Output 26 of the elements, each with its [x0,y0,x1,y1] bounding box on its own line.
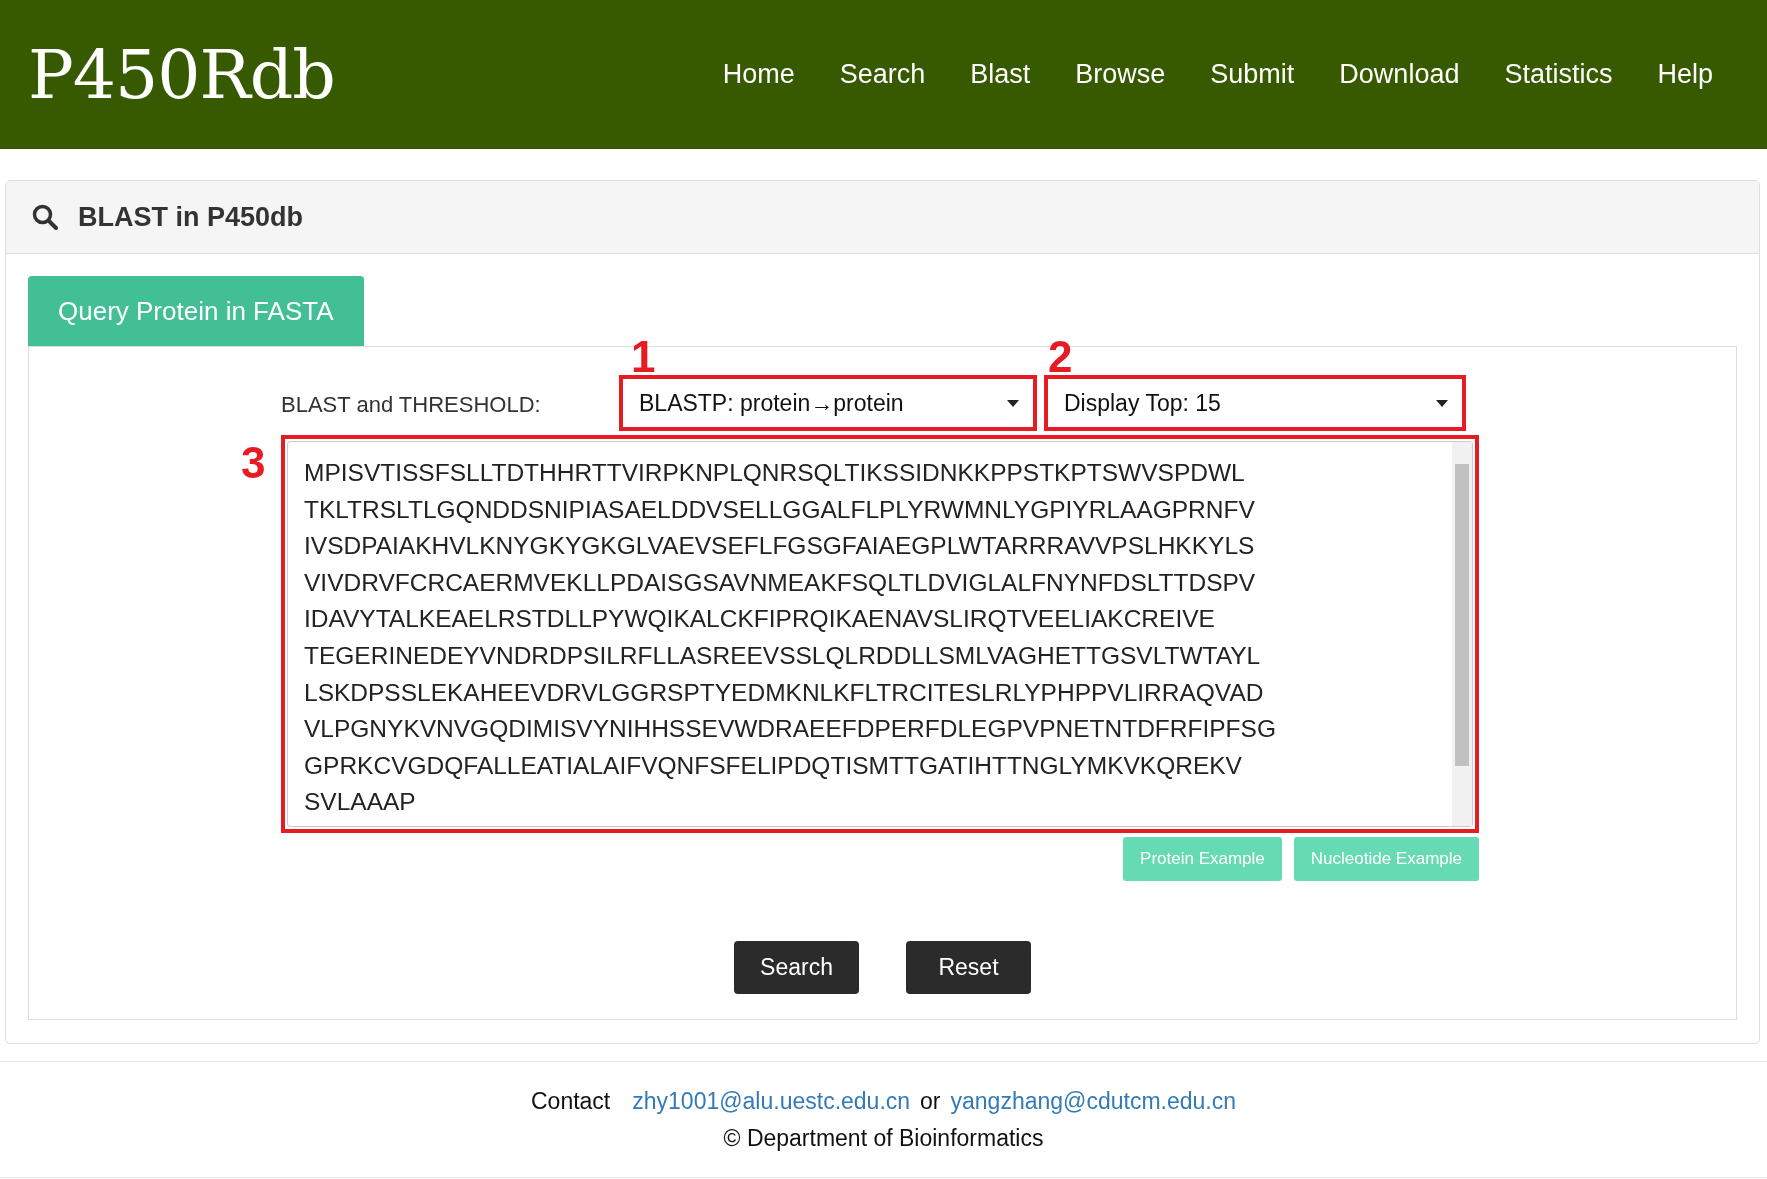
nav-link[interactable]: Browse [1075,59,1166,90]
annotation-number: 3 [241,441,266,485]
panel-title: BLAST in P450db [78,201,304,233]
annotation-number: 2 [1048,335,1073,379]
nav-link[interactable]: Help [1657,59,1713,90]
caret-icon [1436,399,1448,407]
nav-link[interactable]: Statistics [1504,59,1613,90]
scrollbar[interactable] [1452,442,1472,826]
action-button[interactable]: Reset [906,941,1031,994]
action-button[interactable]: Search [734,941,859,994]
nav-link[interactable]: Submit [1210,59,1295,90]
sequence-input[interactable]: MPISVTISSFSLLTDTHHRTTVIRPKNPLQNRSQLTIKSSIDNKKPPSTKPTSWVSPDWL TKLTRSLTLGQNDDSNIPIASAELDDVSELLGGALFLPLYRWMNLYGPIYRLAAGPRNFV IVSDPAIAKHVLKNYGKYGKGLVAEVSEFLFGSGFAIAEGPLWTARRRAVVPSLHKKYLS VIVDRVFCRCAERMVEKLLPDAISGSAVNMEAKFSQLTLDVIGLALFNYNFDSLTTDSPV IDAVYTALKEAELRSTDLLPYWQIKALCKFIPRQIKAENAVSLIRQTVEELIAKCREIVE TEGERINEDEYVNDRDPSILRFLLASREEVSSLQLRDDLLSMLVAGHETTGSVLTWTAYL LSKDPSSLEKAHEEVDRVLGGRSPTYEDMKNLKFLTRCITESLRLYPHPPVLIRRAQVAD VLPGNYKVNVGQDIMISVYNIHHSSEVWDRAEEFDPERFDLEGPVPNETNTDFRFIPFSG GPRKCVGDQFALLEATIALAIFVQNFSFELIPDQTISMTTGATIHTTNGLYMKVKQREKV SVLAAAP [287,441,1473,827]
joiner-text: or [920,1087,941,1115]
nav-link[interactable]: Home [722,59,795,90]
copyright-text: © Department of Bioinformatics [723,1124,1044,1152]
email-link[interactable]: yangzhang@cdutcm.edu.cn [950,1087,1236,1115]
caret-icon [1007,399,1019,407]
site-logo[interactable]: P450Rdb [28,35,335,114]
form-label: BLAST and THRESHOLD: [281,391,542,418]
nav-link[interactable]: Blast [970,59,1031,90]
search-icon [32,204,58,230]
email-link[interactable]: zhy1001@alu.uestc.edu.cn [632,1087,911,1115]
nav-link[interactable]: Download [1339,59,1460,90]
nav-link[interactable]: Search [839,59,926,90]
annotation-number: 1 [631,335,656,379]
contact-label: Contact [531,1087,611,1115]
